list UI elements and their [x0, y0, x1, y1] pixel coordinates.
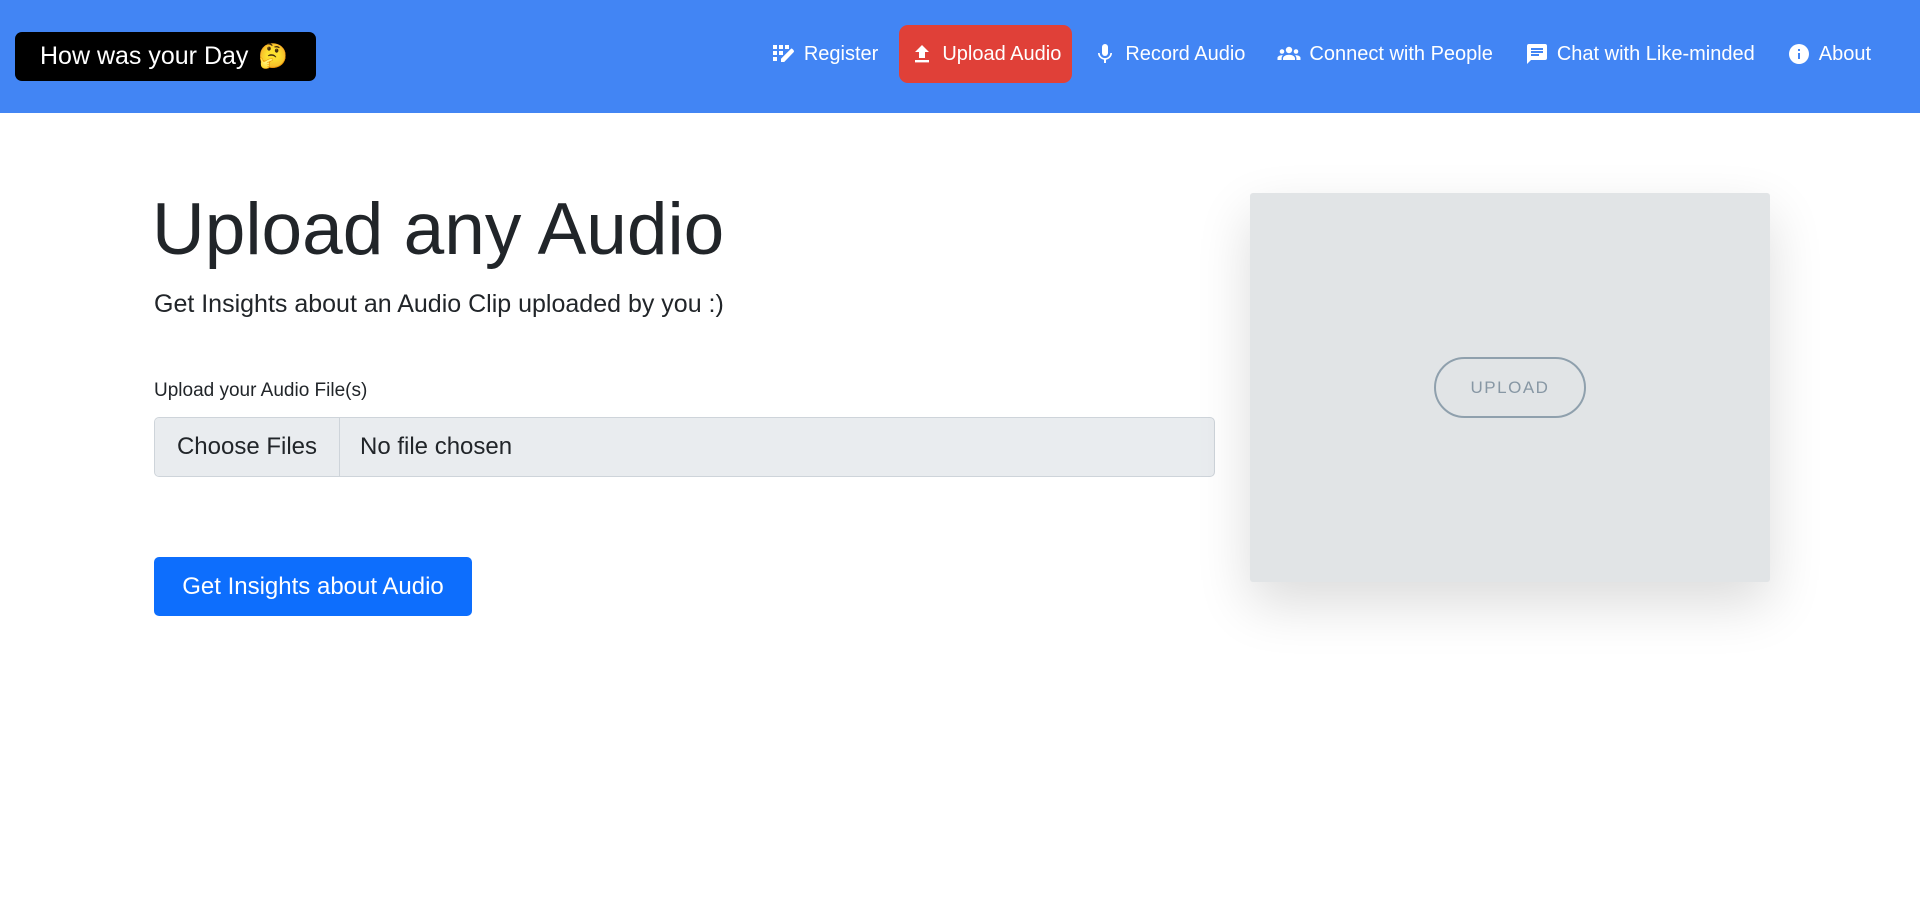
upload-icon — [910, 42, 934, 66]
register-icon — [772, 42, 796, 66]
brand-logo[interactable]: How was your Day 🤔 — [15, 32, 317, 81]
people-icon — [1277, 42, 1301, 66]
microphone-icon — [1093, 42, 1117, 66]
upload-panel: UPLOAD — [1250, 193, 1770, 582]
file-status-text: No file chosen — [360, 433, 513, 460]
nav-item-label: Register — [803, 42, 879, 65]
nav-item-upload-audio[interactable]: Upload Audio — [899, 25, 1073, 83]
thinking-face-emoji-icon: 🤔 — [258, 42, 289, 70]
audio-file-input[interactable]: Choose Files No file chosen — [154, 417, 1215, 477]
page-subtitle: Get Insights about an Audio Clip uploade… — [154, 290, 724, 318]
brand-title: How was your Day — [40, 42, 249, 70]
page-title: Upload any Audio — [152, 189, 725, 270]
info-icon — [1787, 42, 1811, 66]
nav-item-about[interactable]: About — [1776, 25, 1882, 83]
nav-item-connect-with-people[interactable]: Connect with People — [1266, 25, 1503, 83]
nav-menu: Register Upload Audio Record Audio Conne… — [761, 25, 1882, 83]
nav-item-label: Chat with Like-minded — [1556, 42, 1755, 65]
nav-item-register[interactable]: Register — [761, 25, 889, 83]
top-navbar: How was your Day 🤔 Register Upload Audio… — [0, 0, 1920, 113]
nav-item-label: Upload Audio — [942, 42, 1062, 65]
nav-item-record-audio[interactable]: Record Audio — [1082, 25, 1256, 83]
nav-item-chat-with-like-minded[interactable]: Chat with Like-minded — [1514, 25, 1766, 83]
choose-files-button[interactable]: Choose Files — [155, 418, 340, 476]
audio-file-label: Upload your Audio File(s) — [154, 380, 368, 401]
get-insights-button[interactable]: Get Insights about Audio — [154, 557, 472, 616]
chat-icon — [1525, 42, 1549, 66]
nav-item-label: About — [1818, 42, 1871, 65]
upload-button[interactable]: UPLOAD — [1434, 357, 1586, 418]
nav-item-label: Record Audio — [1125, 42, 1246, 65]
nav-item-label: Connect with People — [1309, 42, 1493, 65]
